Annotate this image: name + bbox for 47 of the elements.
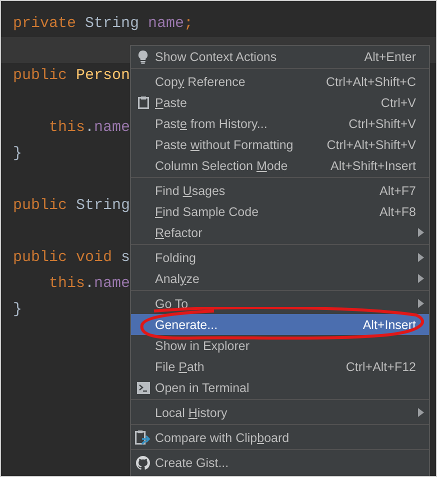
code-line: public Person <box>13 67 130 84</box>
code-line: public String <box>13 197 130 214</box>
code-line: public void s <box>13 249 130 266</box>
code-line: this.name <box>48 119 130 136</box>
menu-item[interactable]: Paste without Formatting Ctrl+Alt+Shift+V <box>131 134 429 155</box>
menu-item[interactable]: Analyze <box>131 268 429 289</box>
menu-item[interactable]: Show Context Actions Alt+Enter <box>131 46 429 67</box>
shortcut-text: Ctrl+Alt+Shift+V <box>326 138 416 152</box>
shortcut-text: Alt+Insert <box>362 318 416 332</box>
menu-item[interactable]: Compare with Clipboard <box>131 427 429 448</box>
menu-item[interactable]: Find Usages Alt+F7 <box>131 180 429 201</box>
menu-item[interactable]: Column Selection Mode Alt+Shift+Insert <box>131 155 429 176</box>
menu-item[interactable]: Refactor <box>131 222 429 243</box>
cat-silhouette-icon <box>136 456 150 470</box>
shortcut-text: Ctrl+Alt+F12 <box>346 360 416 374</box>
shortcut-text: Alt+Enter <box>364 50 416 64</box>
lightbulb-icon <box>138 50 148 64</box>
menu-item[interactable]: Folding <box>131 247 429 268</box>
menu-item[interactable]: Copy Reference Ctrl+Alt+Shift+C <box>131 71 429 92</box>
menu-item[interactable]: Paste from History... Ctrl+Shift+V <box>131 113 429 134</box>
shortcut-text: Alt+Shift+Insert <box>330 158 416 172</box>
submenu-arrow-icon <box>418 408 424 417</box>
shortcut-text: Ctrl+V <box>380 96 416 110</box>
submenu-arrow-icon <box>418 274 424 283</box>
menu-item[interactable]: Local History <box>131 402 429 423</box>
code-line: private String name; <box>13 15 194 32</box>
shortcut-text: Alt+F7 <box>380 184 416 198</box>
shortcut-text: Ctrl+Shift+V <box>348 116 416 130</box>
compare-clipboard-icon <box>135 430 151 445</box>
menu-item[interactable]: Create Gist... <box>131 452 429 473</box>
code-line: } <box>13 145 22 162</box>
menu-item[interactable]: File Path Ctrl+Alt+F12 <box>131 356 429 377</box>
code-line: this.name <box>48 275 130 292</box>
menu-item[interactable]: Go To <box>131 293 429 314</box>
shortcut-text: Alt+F8 <box>380 204 416 218</box>
menu-item[interactable]: Generate... Alt+Insert <box>131 314 429 335</box>
menu-item[interactable]: Paste Ctrl+V <box>131 92 429 113</box>
submenu-arrow-icon <box>418 253 424 262</box>
menu-item[interactable]: Open in Terminal <box>131 377 429 398</box>
menu-item[interactable]: Show in Explorer <box>131 335 429 356</box>
code-line: } <box>13 301 22 318</box>
menu-item[interactable]: Find Sample Code Alt+F8 <box>131 201 429 222</box>
submenu-arrow-icon <box>418 228 424 237</box>
clipboard-icon <box>138 96 148 109</box>
shortcut-text: Ctrl+Alt+Shift+C <box>326 74 416 88</box>
terminal-icon <box>136 382 150 394</box>
submenu-arrow-icon <box>418 299 424 308</box>
